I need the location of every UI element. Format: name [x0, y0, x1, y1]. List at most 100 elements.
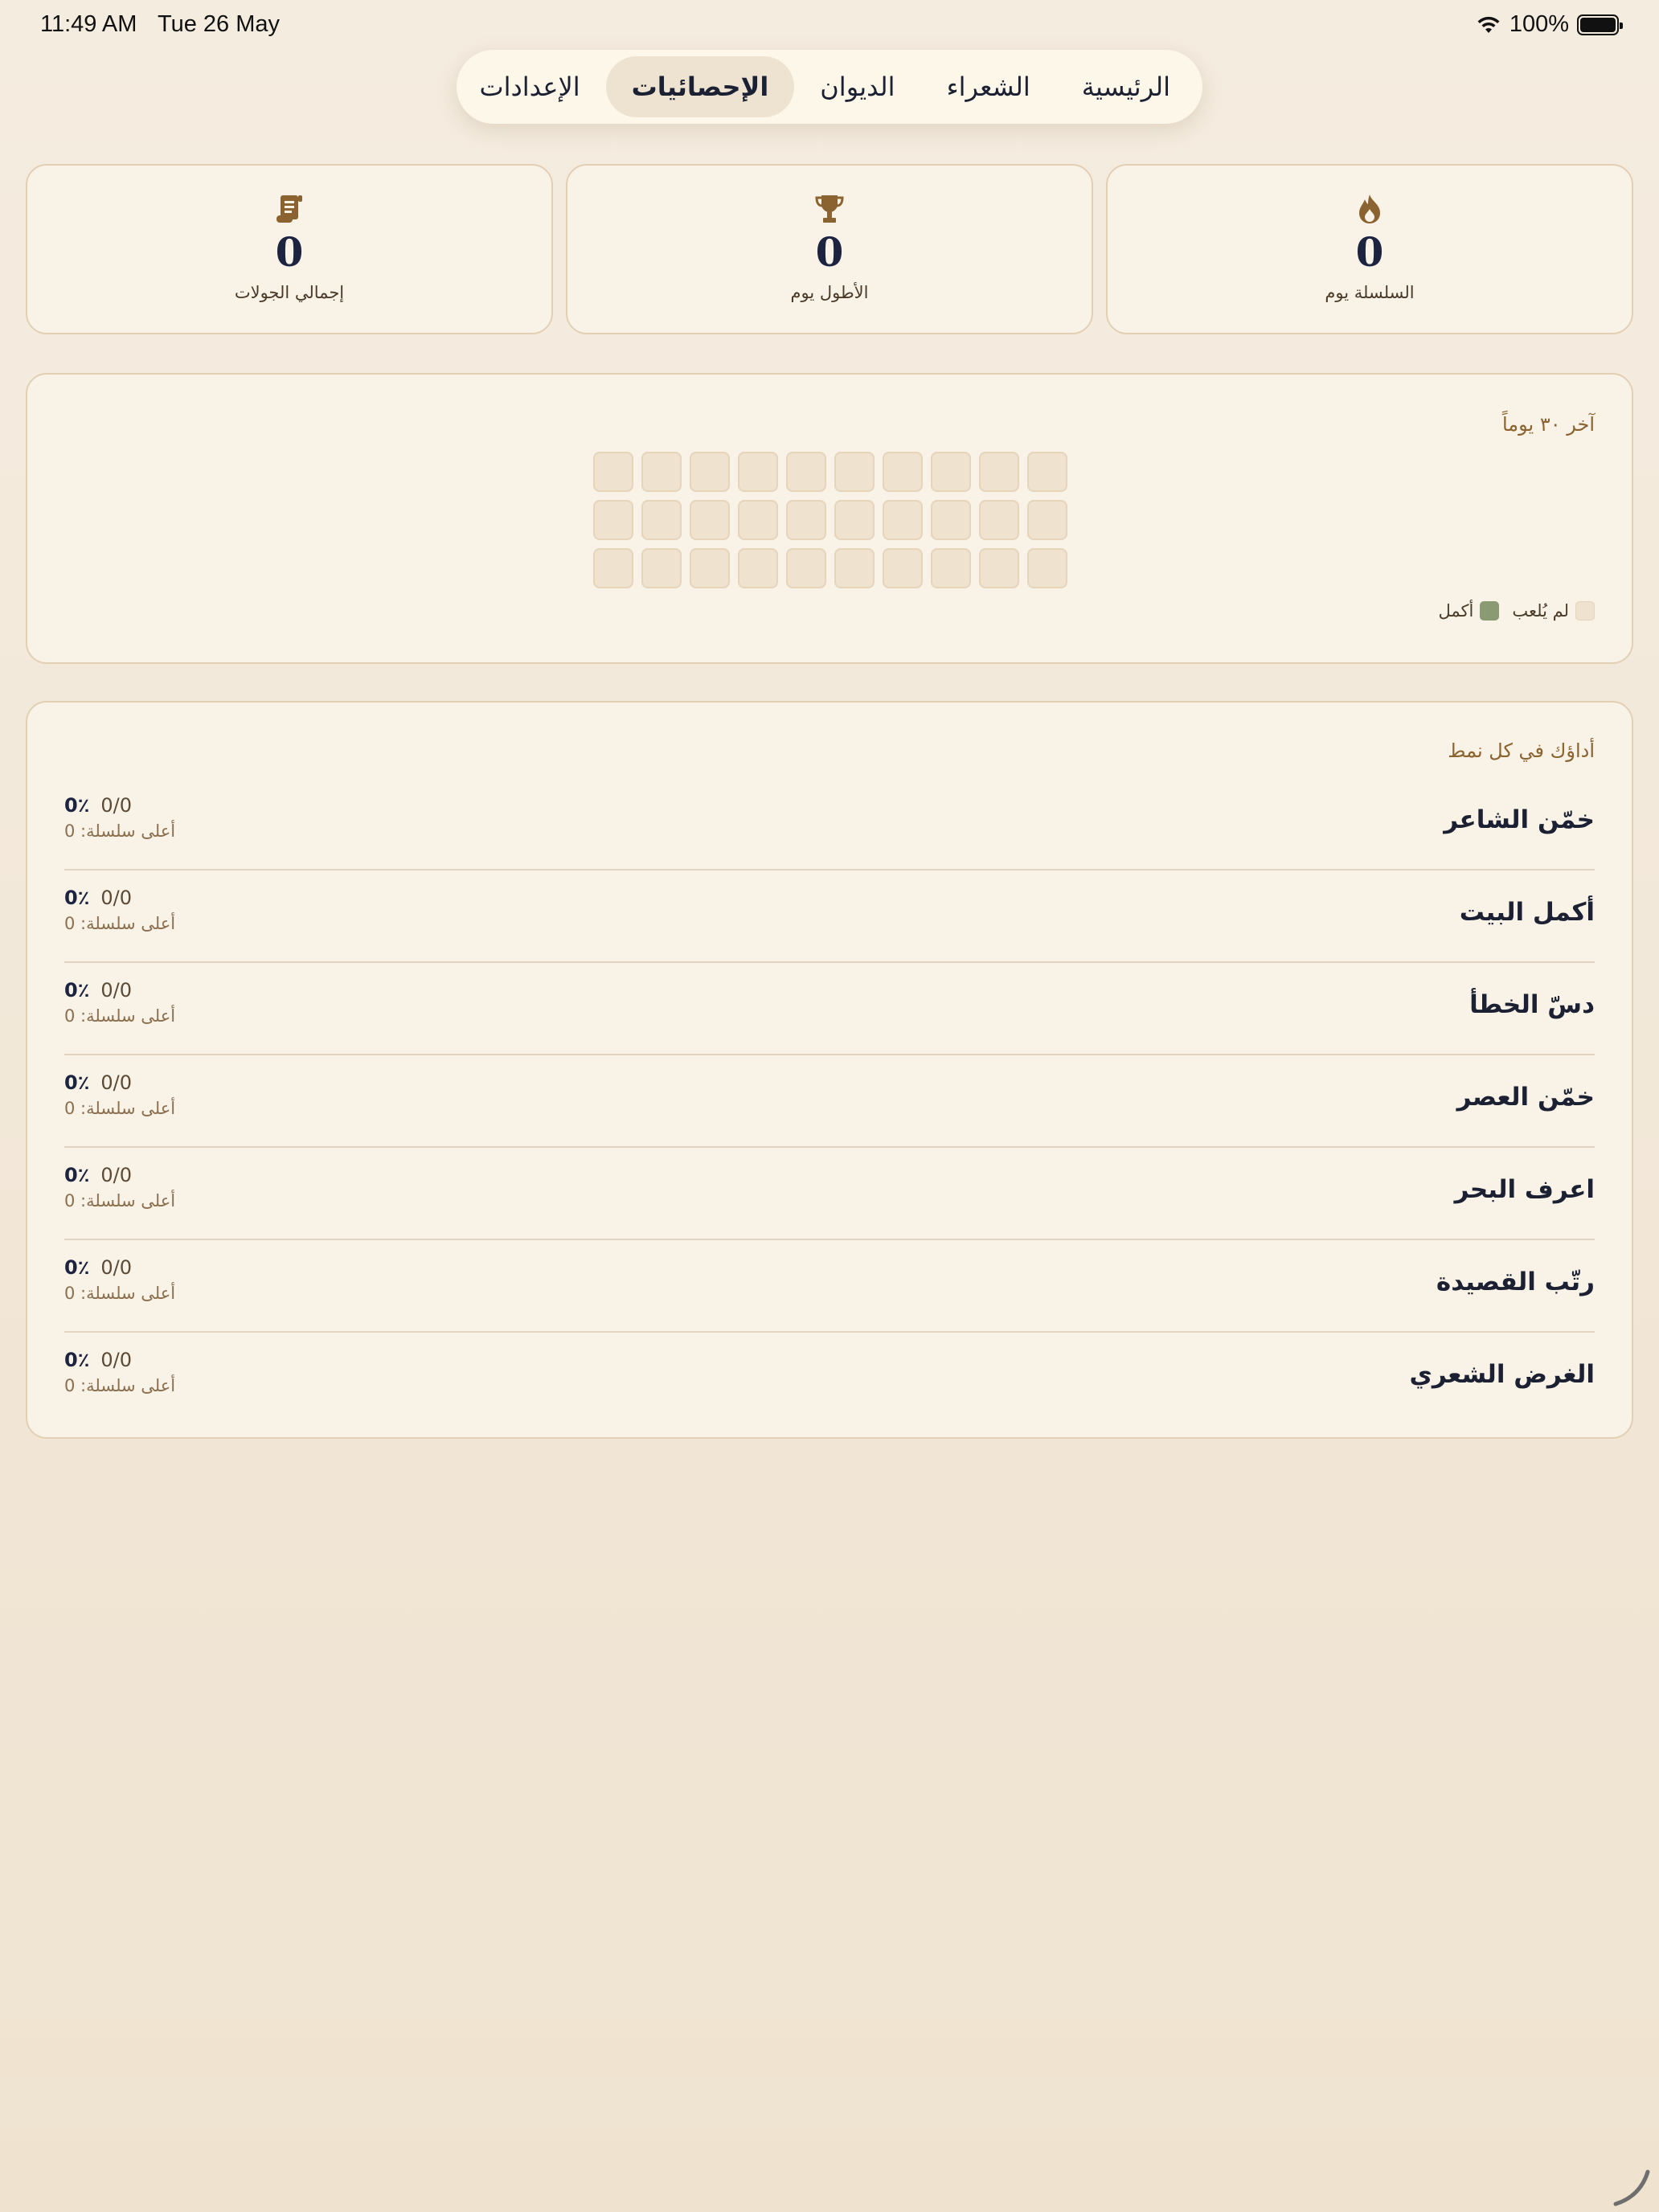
mode-best-streak: أعلى سلسلة: 0 [64, 1376, 176, 1395]
mode-row-poetic-purpose[interactable]: الغرض الشعري 0٪ 0/0 أعلى سلسلة: 0 [64, 1333, 1595, 1425]
tab-settings[interactable]: الإعدادات [453, 56, 605, 117]
activity-day-cell [738, 452, 778, 492]
mode-count: 0/0 [100, 1256, 132, 1279]
legend-completed: أكمل [1439, 601, 1500, 621]
activity-day-cell [593, 548, 633, 588]
activity-day-cell [690, 548, 730, 588]
tab-statistics[interactable]: الإحصائيات [605, 56, 795, 117]
activity-day-cell [641, 452, 682, 492]
mode-row-order-poem[interactable]: رتّب القصيدة 0٪ 0/0 أعلى سلسلة: 0 [64, 1240, 1595, 1333]
mode-name: رتّب القصيدة [1436, 1268, 1595, 1296]
status-indicators: 100% [1476, 11, 1623, 38]
tab-poets[interactable]: الشعراء [921, 56, 1056, 117]
activity-day-cell [883, 548, 923, 588]
activity-day-cell [786, 452, 826, 492]
mode-percent: 0٪ [64, 1164, 90, 1186]
mode-name: الغرض الشعري [1409, 1360, 1595, 1389]
mode-stats: 0٪ 0/0 أعلى سلسلة: 0 [64, 1256, 175, 1303]
mode-name: خمّن الشاعر [1444, 805, 1595, 834]
mode-best-streak: أعلى سلسلة: 0 [64, 1191, 176, 1210]
mode-stats: 0٪ 0/0 أعلى سلسلة: 0 [64, 887, 175, 933]
activity-day-cell [786, 548, 826, 588]
mode-best-streak: أعلى سلسلة: 0 [64, 1099, 176, 1118]
flame-icon [1352, 191, 1387, 227]
legend-label-not-played: لم يُلعب [1512, 601, 1569, 621]
modes-card: أداؤك في كل نمط خمّن الشاعر 0٪ 0/0 أعلى س… [26, 701, 1633, 1439]
modes-title: أداؤك في كل نمط [1448, 739, 1595, 762]
mode-percent: 0٪ [64, 1349, 90, 1371]
mode-stats: 0٪ 0/0 أعلى سلسلة: 0 [64, 979, 175, 1026]
mode-name: دسّ الخطأ [1469, 990, 1595, 1019]
mode-name: اعرف البحر [1454, 1175, 1595, 1204]
mode-percent: 0٪ [64, 1071, 90, 1094]
mode-count: 0/0 [100, 1071, 132, 1094]
mode-percent: 0٪ [64, 887, 90, 909]
activity-day-cell [979, 452, 1019, 492]
mode-percent: 0٪ [64, 794, 90, 817]
activity-day-cell [690, 500, 730, 540]
mode-row-guess-era[interactable]: خمّن العصر 0٪ 0/0 أعلى سلسلة: 0 [64, 1055, 1595, 1148]
legend-swatch-completed [1480, 601, 1500, 621]
legend-swatch-not-played [1575, 601, 1595, 621]
activity-day-cell [593, 500, 633, 540]
stat-label: الأطول يوم [790, 283, 869, 302]
status-time: 11:49 AM [40, 11, 137, 37]
mode-best-streak: أعلى سلسلة: 0 [64, 1284, 176, 1303]
mode-stats: 0٪ 0/0 أعلى سلسلة: 0 [64, 794, 175, 841]
activity-day-cell [641, 548, 682, 588]
wifi-icon [1477, 16, 1500, 33]
activity-day-cell [738, 548, 778, 588]
activity-day-cell [690, 452, 730, 492]
stat-value: 0 [275, 228, 304, 276]
activity-day-cell [834, 500, 875, 540]
activity-day-cell [931, 452, 971, 492]
activity-day-cell [931, 548, 971, 588]
top-nav: الرئيسية الشعراء الديوان الإحصائيات الإع… [457, 50, 1202, 124]
mode-name: خمّن العصر [1456, 1083, 1595, 1112]
mode-row-complete-verse[interactable]: أكمل البيت 0٪ 0/0 أعلى سلسلة: 0 [64, 870, 1595, 963]
status-time-date: 11:49 AM Tue 26 May [40, 11, 294, 38]
activity-day-cell [1027, 500, 1067, 540]
activity-day-cell [834, 452, 875, 492]
mode-count: 0/0 [100, 887, 132, 909]
stat-card-total-rounds: 0 إجمالي الجولات [26, 164, 553, 334]
mode-stats: 0٪ 0/0 أعلى سلسلة: 0 [64, 1071, 175, 1118]
mode-stats: 0٪ 0/0 أعلى سلسلة: 0 [64, 1164, 175, 1210]
mode-percent: 0٪ [64, 979, 90, 1002]
activity-grid [593, 452, 1067, 588]
mode-stats: 0٪ 0/0 أعلى سلسلة: 0 [64, 1349, 175, 1395]
activity-legend: لم يُلعب أكمل [1434, 601, 1595, 621]
activity-day-cell [883, 500, 923, 540]
activity-day-cell [883, 452, 923, 492]
activity-day-cell [979, 500, 1019, 540]
stat-value: 0 [1355, 228, 1384, 276]
activity-day-cell [931, 500, 971, 540]
activity-day-cell [1027, 452, 1067, 492]
activity-card: آخر ٣٠ يوماً لم يُلعب أكمل [26, 373, 1633, 664]
legend-label-completed: أكمل [1438, 601, 1474, 621]
status-bar: 11:49 AM Tue 26 May 100% [0, 0, 1659, 51]
mode-count: 0/0 [100, 1349, 132, 1371]
mode-percent: 0٪ [64, 1256, 90, 1279]
activity-day-cell [786, 500, 826, 540]
legend-not-played: لم يُلعب [1512, 601, 1595, 621]
scroll-icon [272, 191, 307, 227]
tab-home[interactable]: الرئيسية [1056, 56, 1196, 117]
activity-day-cell [641, 500, 682, 540]
tab-diwan[interactable]: الديوان [794, 56, 920, 117]
activity-day-cell [979, 548, 1019, 588]
mode-count: 0/0 [100, 979, 132, 1002]
mode-best-streak: أعلى سلسلة: 0 [64, 914, 176, 933]
battery-icon [1577, 14, 1623, 35]
activity-title: آخر ٣٠ يوماً [1501, 413, 1595, 436]
mode-count: 0/0 [100, 1164, 132, 1186]
resize-handle-icon[interactable] [1611, 2167, 1651, 2207]
stat-card-streak: 0 السلسلة يوم [1106, 164, 1633, 334]
status-date: Tue 26 May [157, 11, 280, 37]
stat-label: إجمالي الجولات [234, 283, 345, 302]
mode-row-spot-error[interactable]: دسّ الخطأ 0٪ 0/0 أعلى سلسلة: 0 [64, 963, 1595, 1055]
activity-day-cell [738, 500, 778, 540]
mode-best-streak: أعلى سلسلة: 0 [64, 1006, 176, 1026]
mode-row-guess-poet[interactable]: خمّن الشاعر 0٪ 0/0 أعلى سلسلة: 0 [64, 778, 1595, 870]
mode-row-know-meter[interactable]: اعرف البحر 0٪ 0/0 أعلى سلسلة: 0 [64, 1148, 1595, 1240]
